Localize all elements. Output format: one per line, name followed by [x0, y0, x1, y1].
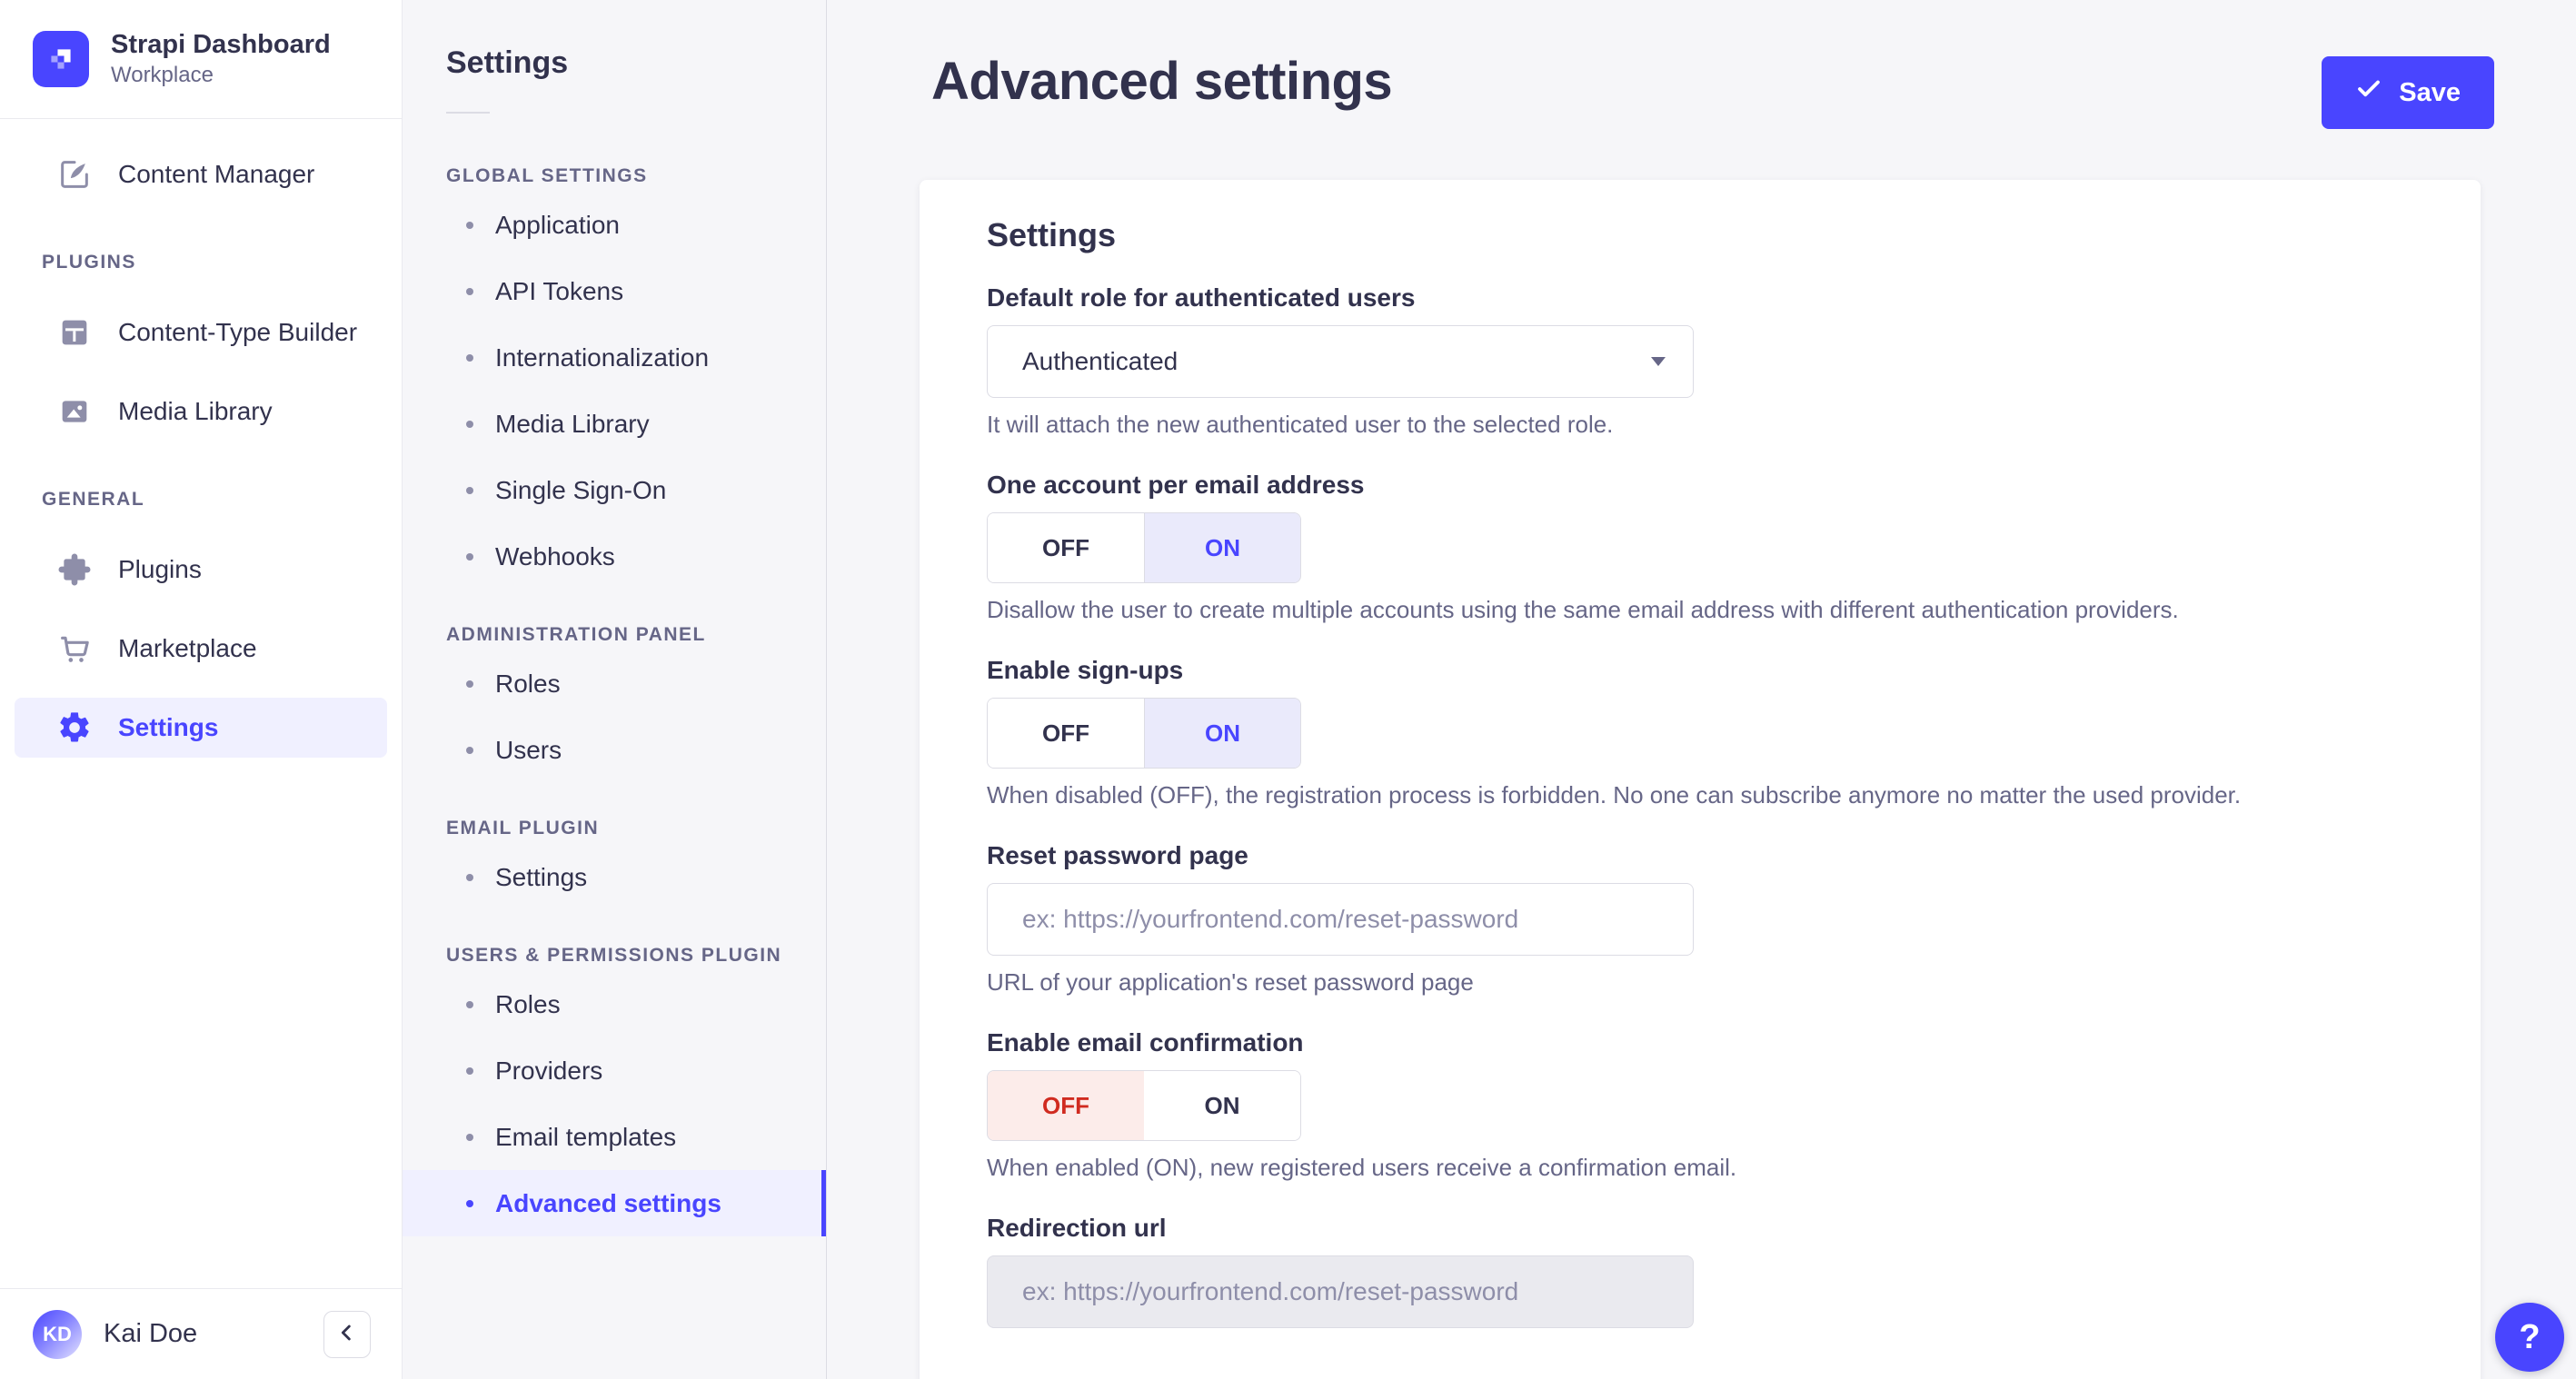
sidebar-item-plugins[interactable]: Plugins: [15, 540, 387, 600]
enable-signups-toggle[interactable]: OFF ON: [987, 698, 1301, 769]
gear-icon: [56, 709, 93, 746]
subnav-item-providers[interactable]: Providers: [403, 1037, 826, 1104]
field-label: Reset password page: [987, 841, 1248, 869]
sidebar-item-media-library[interactable]: Media Library: [15, 382, 387, 441]
redirection-url-input: [987, 1255, 1694, 1328]
email-confirmation-toggle[interactable]: OFF ON: [987, 1070, 1301, 1141]
sidebar-item-label: Marketplace: [118, 634, 257, 662]
subnav-item-media-library[interactable]: Media Library: [403, 391, 826, 457]
cart-icon: [56, 630, 93, 667]
subnav-item-single-sign-on[interactable]: Single Sign-On: [403, 457, 826, 523]
subnav-section-administration-panel: ADMINISTRATION PANEL: [446, 624, 706, 645]
toggle-on-option[interactable]: ON: [1144, 513, 1300, 582]
save-button-label: Save: [2399, 77, 2461, 107]
sidebar-item-label: Media Library: [118, 397, 273, 425]
brand-text: Strapi Dashboard Workplace: [111, 29, 331, 89]
main-content: Advanced settings Save Settings Default …: [827, 0, 2576, 1379]
image-icon: [56, 393, 93, 430]
main-nav: Content Manager PLUGINS Content-Type Bui…: [0, 119, 402, 1288]
puzzle-icon: [56, 551, 93, 588]
field-email-confirmation: Enable email confirmation OFF ON When en…: [987, 1028, 2413, 1183]
field-default-role: Default role for authenticated users Aut…: [987, 283, 2413, 440]
settings-subnav: Settings GLOBAL SETTINGS Application API…: [403, 0, 827, 1379]
chevron-down-icon: [1651, 357, 1666, 366]
sidebar-item-content-type-builder[interactable]: Content-Type Builder: [15, 303, 387, 362]
subnav-section-email-plugin: EMAIL PLUGIN: [446, 818, 600, 838]
sidebar-item-content-manager[interactable]: Content Manager: [15, 144, 387, 204]
check-icon: [2355, 75, 2382, 110]
sidebar-item-label: Content Manager: [118, 160, 315, 188]
field-hint: Disallow the user to create multiple acc…: [987, 596, 2179, 623]
chevron-left-icon: [334, 1320, 360, 1348]
field-hint: URL of your application's reset password…: [987, 968, 1474, 996]
sidebar-section-general: GENERAL: [42, 489, 145, 510]
field-label: Enable email confirmation: [987, 1028, 1304, 1057]
subnav-item-admin-roles[interactable]: Roles: [403, 650, 826, 717]
field-label: Redirection url: [987, 1214, 1167, 1242]
help-button[interactable]: ?: [2495, 1303, 2564, 1372]
subnav-section-users-permissions-plugin: USERS & PERMISSIONS PLUGIN: [446, 945, 782, 966]
subnav-item-email-templates[interactable]: Email templates: [403, 1104, 826, 1170]
subnav-item-application[interactable]: Application: [403, 192, 826, 258]
field-enable-signups: Enable sign-ups OFF ON When disabled (OF…: [987, 656, 2413, 810]
field-label: One account per email address: [987, 471, 1365, 499]
sidebar-item-label: Content-Type Builder: [118, 318, 358, 346]
save-button[interactable]: Save: [2322, 56, 2494, 129]
sidebar-item-settings[interactable]: Settings: [15, 698, 387, 758]
field-hint: When disabled (OFF), the registration pr…: [987, 781, 2242, 809]
layout-icon: [56, 314, 93, 351]
subnav-item-up-roles[interactable]: Roles: [403, 971, 826, 1037]
sidebar-section-plugins: PLUGINS: [42, 252, 136, 273]
sidebar-item-label: Plugins: [118, 555, 202, 583]
strapi-logo-icon: [33, 31, 89, 87]
toggle-off-option[interactable]: OFF: [988, 513, 1144, 582]
main-sidebar: Strapi Dashboard Workplace Content Manag…: [0, 0, 403, 1379]
page-header: Advanced settings Save: [827, 0, 2576, 180]
workspace-brand[interactable]: Strapi Dashboard Workplace: [0, 0, 402, 119]
toggle-off-option[interactable]: OFF: [988, 699, 1144, 768]
sidebar-item-marketplace[interactable]: Marketplace: [15, 619, 387, 679]
toggle-on-option[interactable]: ON: [1144, 1071, 1300, 1140]
field-hint: It will attach the new authenticated use…: [987, 411, 1614, 438]
one-account-toggle[interactable]: OFF ON: [987, 512, 1301, 583]
page-title: Advanced settings: [931, 52, 1393, 111]
sidebar-footer: KD Kai Doe: [0, 1288, 402, 1379]
sidebar-item-label: Settings: [118, 713, 219, 741]
field-redirection-url: Redirection url: [987, 1214, 2413, 1328]
subnav-item-advanced-settings[interactable]: Advanced settings: [403, 1170, 826, 1236]
user-name: Kai Doe: [104, 1319, 198, 1348]
field-reset-password: Reset password page URL of your applicat…: [987, 841, 2413, 997]
subnav-item-webhooks[interactable]: Webhooks: [403, 523, 826, 590]
subnav-item-email-settings[interactable]: Settings: [403, 844, 826, 910]
divider: [446, 112, 490, 114]
subnav-item-api-tokens[interactable]: API Tokens: [403, 258, 826, 324]
app-root: Strapi Dashboard Workplace Content Manag…: [0, 0, 2576, 1379]
field-hint: When enabled (ON), new registered users …: [987, 1154, 1737, 1181]
toggle-off-option[interactable]: OFF: [988, 1071, 1144, 1140]
field-label: Default role for authenticated users: [987, 283, 1416, 312]
brand-subtitle: Workplace: [111, 62, 214, 87]
collapse-sidebar-button[interactable]: [323, 1310, 371, 1358]
select-value: Authenticated: [1022, 347, 1179, 375]
default-role-select[interactable]: Authenticated: [987, 325, 1694, 398]
subnav-item-admin-users[interactable]: Users: [403, 717, 826, 783]
subnav-section-global-settings: GLOBAL SETTINGS: [446, 165, 648, 186]
content-manager-icon: [56, 156, 93, 193]
subnav-item-internationalization[interactable]: Internationalization: [403, 324, 826, 391]
avatar[interactable]: KD: [33, 1309, 82, 1359]
reset-password-input[interactable]: [987, 883, 1694, 956]
settings-nav-title: Settings: [446, 45, 569, 80]
field-one-account: One account per email address OFF ON Dis…: [987, 471, 2413, 625]
field-label: Enable sign-ups: [987, 656, 1184, 684]
toggle-on-option[interactable]: ON: [1144, 699, 1300, 768]
settings-card: Settings Default role for authenticated …: [920, 180, 2481, 1379]
card-title: Settings: [987, 216, 1117, 253]
brand-title: Strapi Dashboard: [111, 30, 331, 59]
